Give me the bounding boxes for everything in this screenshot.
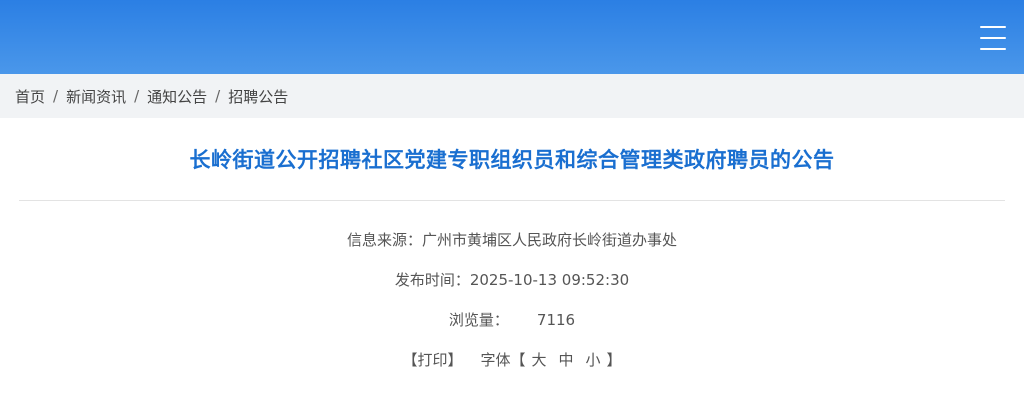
source-label: 信息来源： xyxy=(346,231,422,249)
font-size-label: 字体【 xyxy=(480,351,526,369)
source-value: 广州市黄埔区人民政府长岭街道办事处 xyxy=(422,231,678,249)
font-small-button[interactable]: 小 xyxy=(586,351,601,369)
publish-time-value: 2025-10-13 09:52:30 xyxy=(469,271,630,289)
breadcrumb-recruitment[interactable]: 招聘公告 xyxy=(228,86,288,107)
breadcrumb-separator: / xyxy=(134,87,140,105)
views-label: 浏览量： xyxy=(448,311,509,329)
breadcrumb-notices[interactable]: 通知公告 xyxy=(147,86,207,107)
font-medium-button[interactable]: 中 xyxy=(559,351,574,369)
views-row: 浏览量： 7116 xyxy=(0,300,1024,340)
breadcrumb-separator: / xyxy=(53,87,59,105)
publish-time-row: 发布时间：2025-10-13 09:52:30 xyxy=(0,260,1024,300)
article-title: 长岭街道公开招聘社区党建专职组织员和综合管理类政府聘员的公告 xyxy=(189,148,835,172)
print-button[interactable]: 【打印】 xyxy=(402,351,462,369)
breadcrumb-separator: / xyxy=(215,87,221,105)
hamburger-menu-icon[interactable] xyxy=(980,25,1006,51)
font-large-button[interactable]: 大 xyxy=(531,351,546,369)
views-count: 7116 xyxy=(536,311,576,329)
article-meta: 信息来源：广州市黄埔区人民政府长岭街道办事处 发布时间：2025-10-13 0… xyxy=(0,220,1024,380)
publish-time-label: 发布时间： xyxy=(394,271,470,289)
article-tools: 【打印】 字体【大中小】 xyxy=(0,340,1024,380)
title-divider xyxy=(19,200,1005,201)
site-header xyxy=(0,0,1024,74)
breadcrumb-news[interactable]: 新闻资讯 xyxy=(66,86,126,107)
font-size-close: 】 xyxy=(606,351,622,369)
breadcrumb: 首页 / 新闻资讯 / 通知公告 / 招聘公告 xyxy=(0,74,1024,118)
source-row: 信息来源：广州市黄埔区人民政府长岭街道办事处 xyxy=(0,220,1024,260)
breadcrumb-home[interactable]: 首页 xyxy=(15,86,45,107)
